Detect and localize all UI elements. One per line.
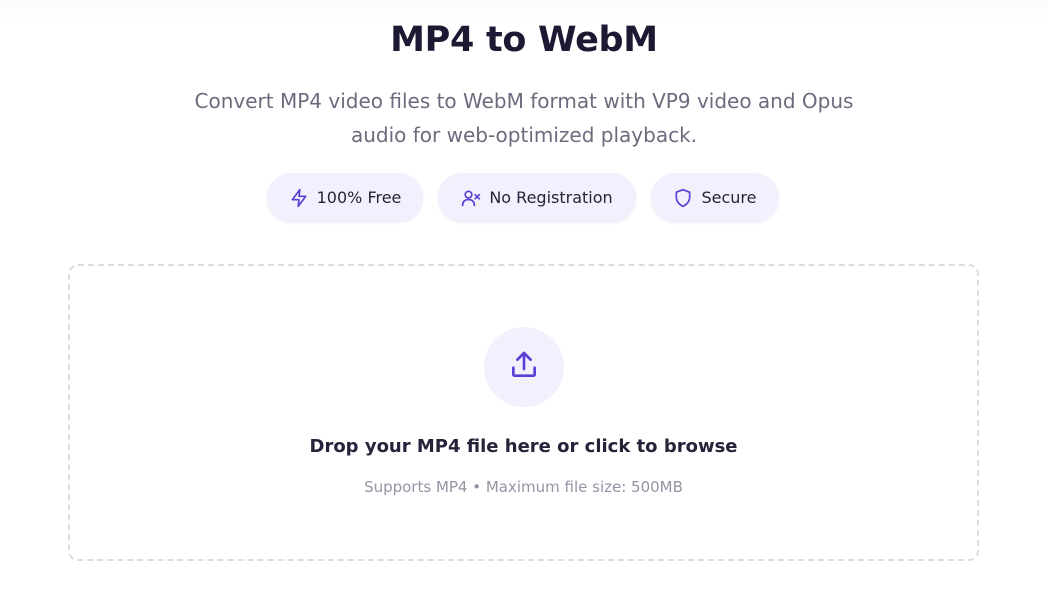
badge-label: 100% Free	[316, 188, 402, 207]
badge-secure: Secure	[651, 173, 779, 222]
shield-icon	[673, 188, 693, 208]
badge-label: No Registration	[489, 188, 613, 207]
badge-label: Secure	[701, 188, 757, 207]
page-title: MP4 to WebM	[390, 20, 658, 60]
dropzone-prompt: Drop your MP4 file here or click to brow…	[309, 436, 738, 457]
upload-button[interactable]	[484, 327, 564, 407]
page-description: Convert MP4 video files to WebM format w…	[194, 89, 854, 147]
upload-icon	[508, 349, 540, 385]
dropzone-hint: Supports MP4 • Maximum file size: 500MB	[364, 478, 683, 496]
lightning-icon	[289, 188, 309, 208]
file-dropzone[interactable]: Drop your MP4 file here or click to brow…	[68, 264, 979, 561]
user-x-icon	[461, 188, 481, 208]
badge-no-registration: No Registration	[438, 173, 636, 222]
badge-free: 100% Free	[267, 173, 423, 222]
